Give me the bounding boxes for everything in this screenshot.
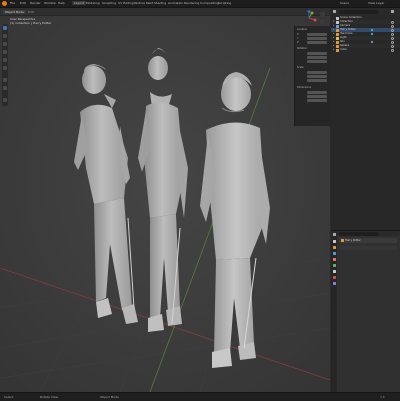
move-tool-icon[interactable] bbox=[3, 42, 7, 46]
visibility-eye-icon[interactable] bbox=[391, 48, 394, 52]
object-type-icon bbox=[340, 239, 344, 242]
scale-y-field[interactable] bbox=[307, 75, 327, 78]
object-mode-dropdown[interactable]: Object Mode bbox=[3, 9, 26, 14]
properties-panel: Harry Potter bbox=[331, 236, 400, 392]
tab-workspace-shading[interactable]: Shading bbox=[154, 1, 166, 5]
blender-logo-icon[interactable] bbox=[2, 1, 7, 6]
pan-icon[interactable] bbox=[320, 19, 325, 24]
expand-arrow-icon[interactable]: ▸ bbox=[333, 48, 334, 51]
location-y-field[interactable] bbox=[307, 37, 327, 40]
location-z-label: Z bbox=[297, 41, 299, 44]
rotation-label: Rotation bbox=[297, 47, 307, 50]
3d-viewport[interactable] bbox=[0, 8, 330, 392]
menu-window[interactable]: Window bbox=[44, 1, 56, 5]
object-tab-icon[interactable] bbox=[332, 270, 336, 273]
sidebar-n-panel: Location X Y Z Rotation Scale Dimensions bbox=[294, 26, 331, 126]
outliner-search-input[interactable] bbox=[339, 9, 379, 14]
tab-workspace-modeling[interactable]: Modeling bbox=[86, 1, 100, 5]
add-cube-tool-icon[interactable] bbox=[3, 98, 7, 102]
modifier-wrench-icon bbox=[371, 40, 374, 44]
status-object-mode: Object Mode bbox=[100, 395, 119, 399]
outliner-filter-icon[interactable] bbox=[391, 10, 394, 13]
viewport-header: Object Mode Edit bbox=[0, 8, 330, 16]
tab-workspace-compositing[interactable]: Compositing bbox=[200, 1, 219, 5]
outliner-row[interactable]: ▸ Cube bbox=[331, 48, 400, 52]
expand-arrow-icon[interactable]: ▸ bbox=[333, 36, 334, 39]
status-select: Select bbox=[4, 395, 14, 399]
status-rotate-view: Rotate View bbox=[40, 395, 58, 399]
output-tab-icon[interactable] bbox=[332, 252, 336, 255]
world-tab-icon[interactable] bbox=[332, 264, 336, 267]
viewport-view-menu[interactable]: Edit bbox=[28, 10, 34, 14]
scale-z-field[interactable] bbox=[307, 79, 327, 82]
location-z-field[interactable] bbox=[307, 41, 327, 44]
modifier-tab-icon[interactable] bbox=[332, 276, 336, 279]
expand-arrow-icon[interactable]: ▸ bbox=[333, 40, 334, 43]
expand-arrow-icon[interactable]: ▸ bbox=[333, 28, 334, 31]
annotate-tool-icon[interactable] bbox=[3, 78, 7, 82]
dimensions-z-field[interactable] bbox=[307, 99, 327, 102]
tab-workspace-layout[interactable]: Layout bbox=[72, 1, 87, 5]
top-menu-bar: File Edit Render Window Help Layout Mode… bbox=[0, 0, 400, 8]
outliner-panel: Scene Collection ▾ Collection ▸ Camera ▸… bbox=[331, 15, 400, 230]
object-name-field[interactable]: Harry Potter bbox=[339, 238, 397, 243]
rotation-z-field[interactable] bbox=[307, 60, 327, 63]
viewport-scene bbox=[0, 8, 330, 392]
expand-arrow-icon[interactable]: ▸ bbox=[333, 32, 334, 35]
tab-workspace-uv-editing[interactable]: UV Editing bbox=[118, 1, 134, 5]
expand-arrow-icon[interactable]: ▸ bbox=[333, 44, 334, 47]
measure-tool-icon[interactable] bbox=[3, 86, 7, 90]
mesh-object-icon bbox=[336, 48, 339, 52]
location-label: Location bbox=[297, 28, 308, 31]
cursor-tool-icon[interactable] bbox=[3, 34, 7, 38]
transform-tool-icon[interactable] bbox=[3, 66, 7, 70]
scale-x-field[interactable] bbox=[307, 71, 327, 74]
tab-workspace-texture-paint[interactable]: Texture Paint bbox=[134, 1, 153, 5]
tab-workspace-animation[interactable]: Animation bbox=[168, 1, 183, 5]
outliner-display-mode-icon[interactable] bbox=[333, 10, 336, 13]
add-modifier-dropdown[interactable] bbox=[339, 246, 397, 250]
scale-tool-icon[interactable] bbox=[3, 58, 7, 62]
rotation-y-field[interactable] bbox=[307, 56, 327, 59]
scene-tab-icon[interactable] bbox=[332, 258, 336, 261]
menu-render[interactable]: Render bbox=[30, 1, 41, 5]
rotate-tool-icon[interactable] bbox=[3, 50, 7, 54]
dimensions-y-field[interactable] bbox=[307, 95, 327, 98]
zoom-icon[interactable] bbox=[320, 12, 325, 17]
modifier-wrench-icon bbox=[371, 28, 374, 32]
select-tool-icon[interactable] bbox=[3, 26, 7, 30]
tab-workspace-rendering[interactable]: Rendering bbox=[184, 1, 199, 5]
object-name-text: Harry Potter bbox=[345, 238, 361, 242]
navigation-gizmo[interactable] bbox=[300, 10, 318, 26]
physics-tab-icon[interactable] bbox=[332, 282, 336, 285]
location-x-field[interactable] bbox=[307, 33, 327, 36]
expand-arrow-icon[interactable]: ▾ bbox=[333, 20, 334, 23]
menu-help[interactable]: Help bbox=[58, 1, 65, 5]
tab-workspace-scripting[interactable]: Scripting bbox=[218, 1, 231, 5]
version-label: 3.6 bbox=[380, 395, 385, 399]
dimensions-x-field[interactable] bbox=[307, 91, 327, 94]
tool-tab-icon[interactable] bbox=[332, 240, 336, 243]
menu-file[interactable]: File bbox=[10, 1, 15, 5]
properties-tabs bbox=[331, 236, 337, 392]
tool-shelf bbox=[2, 24, 8, 106]
dimensions-label: Dimensions bbox=[297, 86, 311, 89]
menu-edit[interactable]: Edit bbox=[20, 1, 26, 5]
expand-arrow-icon[interactable]: ▸ bbox=[333, 24, 334, 27]
scene-selector[interactable]: Scene bbox=[340, 1, 349, 5]
location-x-label: X bbox=[297, 33, 299, 36]
location-y-label: Y bbox=[297, 37, 299, 40]
render-tab-icon[interactable] bbox=[332, 246, 336, 249]
scale-label: Scale bbox=[297, 66, 304, 69]
modifier-wrench-icon bbox=[371, 32, 374, 36]
collection-info-label: (1) Collection | Harry Potter bbox=[10, 21, 52, 25]
rotation-x-field[interactable] bbox=[307, 52, 327, 55]
view-layer-selector[interactable]: View Layer bbox=[368, 1, 384, 5]
tab-workspace-sculpting[interactable]: Sculpting bbox=[102, 1, 116, 5]
